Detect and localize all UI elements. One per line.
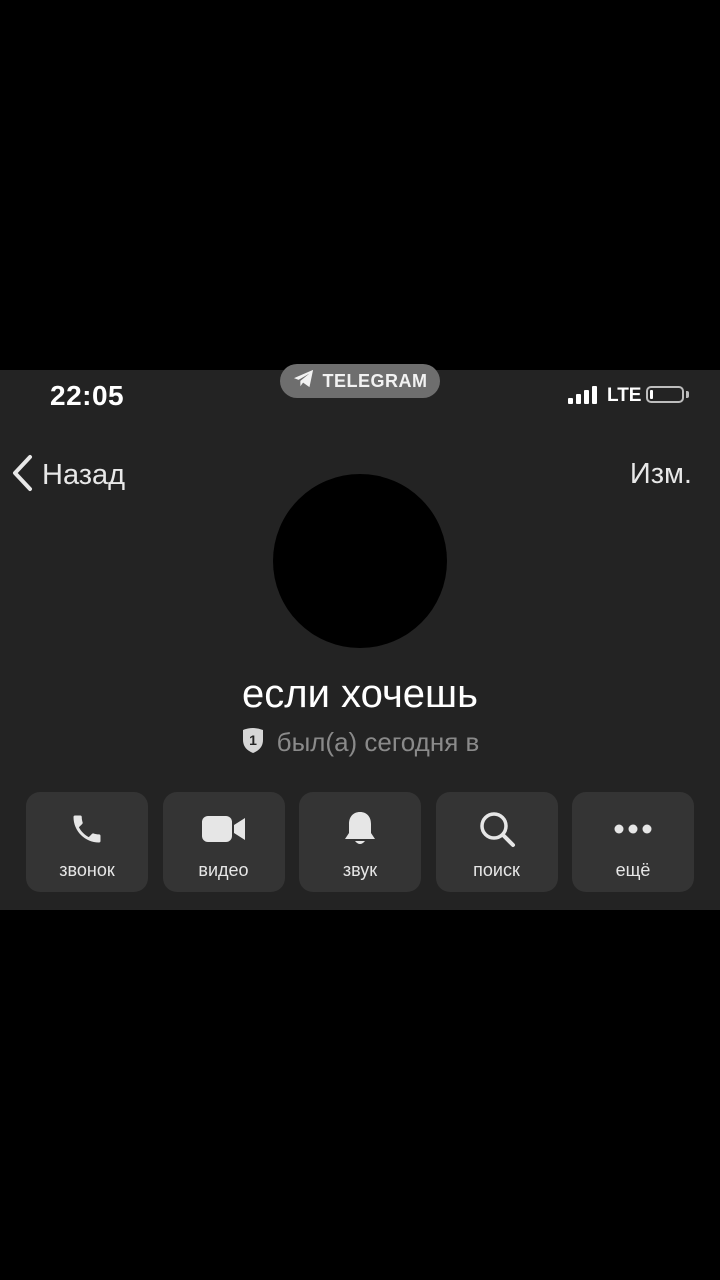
more-icon: [613, 810, 653, 848]
last-seen-line: 1 был(а) сегодня в: [0, 726, 720, 759]
back-label: Назад: [42, 459, 126, 491]
badge-number: 1: [249, 732, 257, 748]
battery-level: [650, 390, 653, 399]
more-label: ещё: [615, 860, 651, 880]
video-button[interactable]: видео: [162, 792, 285, 892]
profile-name: если хочешь: [242, 672, 478, 716]
telegram-profile-screen: 22:05 TELEGRAM LTE Назад Изм. если хочеш…: [0, 364, 720, 910]
search-label: поиск: [473, 860, 520, 880]
bell-icon: [343, 810, 377, 848]
phone-icon: [69, 810, 105, 848]
search-icon: [478, 810, 516, 848]
status-bar: 22:05 TELEGRAM LTE: [0, 364, 720, 430]
call-button[interactable]: звонок: [26, 792, 148, 892]
chevron-left-icon: [10, 454, 34, 497]
network-type: LTE: [607, 385, 642, 406]
call-label: звонок: [59, 860, 115, 880]
video-label: видео: [198, 860, 249, 880]
status-time: 22:05: [50, 380, 125, 411]
back-button[interactable]: Назад: [10, 454, 125, 497]
more-button[interactable]: ещё: [572, 792, 694, 892]
edit-button[interactable]: Изм.: [630, 458, 692, 491]
telegram-label: TELEGRAM: [322, 370, 428, 391]
avatar[interactable]: [273, 474, 447, 648]
action-buttons-row: звонок видео звук поиск ещё: [26, 792, 694, 892]
last-seen-text: был(а) сегодня в: [276, 727, 480, 757]
search-button[interactable]: поиск: [435, 792, 558, 892]
telegram-plane-icon: [293, 369, 315, 394]
sound-label: звук: [342, 860, 378, 880]
signal-strength-icon: [568, 386, 597, 404]
sound-button[interactable]: звук: [299, 792, 421, 892]
battery-cap: [686, 391, 689, 398]
shield-badge-icon: 1: [241, 726, 265, 759]
video-icon: [201, 810, 247, 848]
telegram-return-pill[interactable]: TELEGRAM: [280, 364, 440, 398]
battery-icon: [646, 386, 684, 403]
